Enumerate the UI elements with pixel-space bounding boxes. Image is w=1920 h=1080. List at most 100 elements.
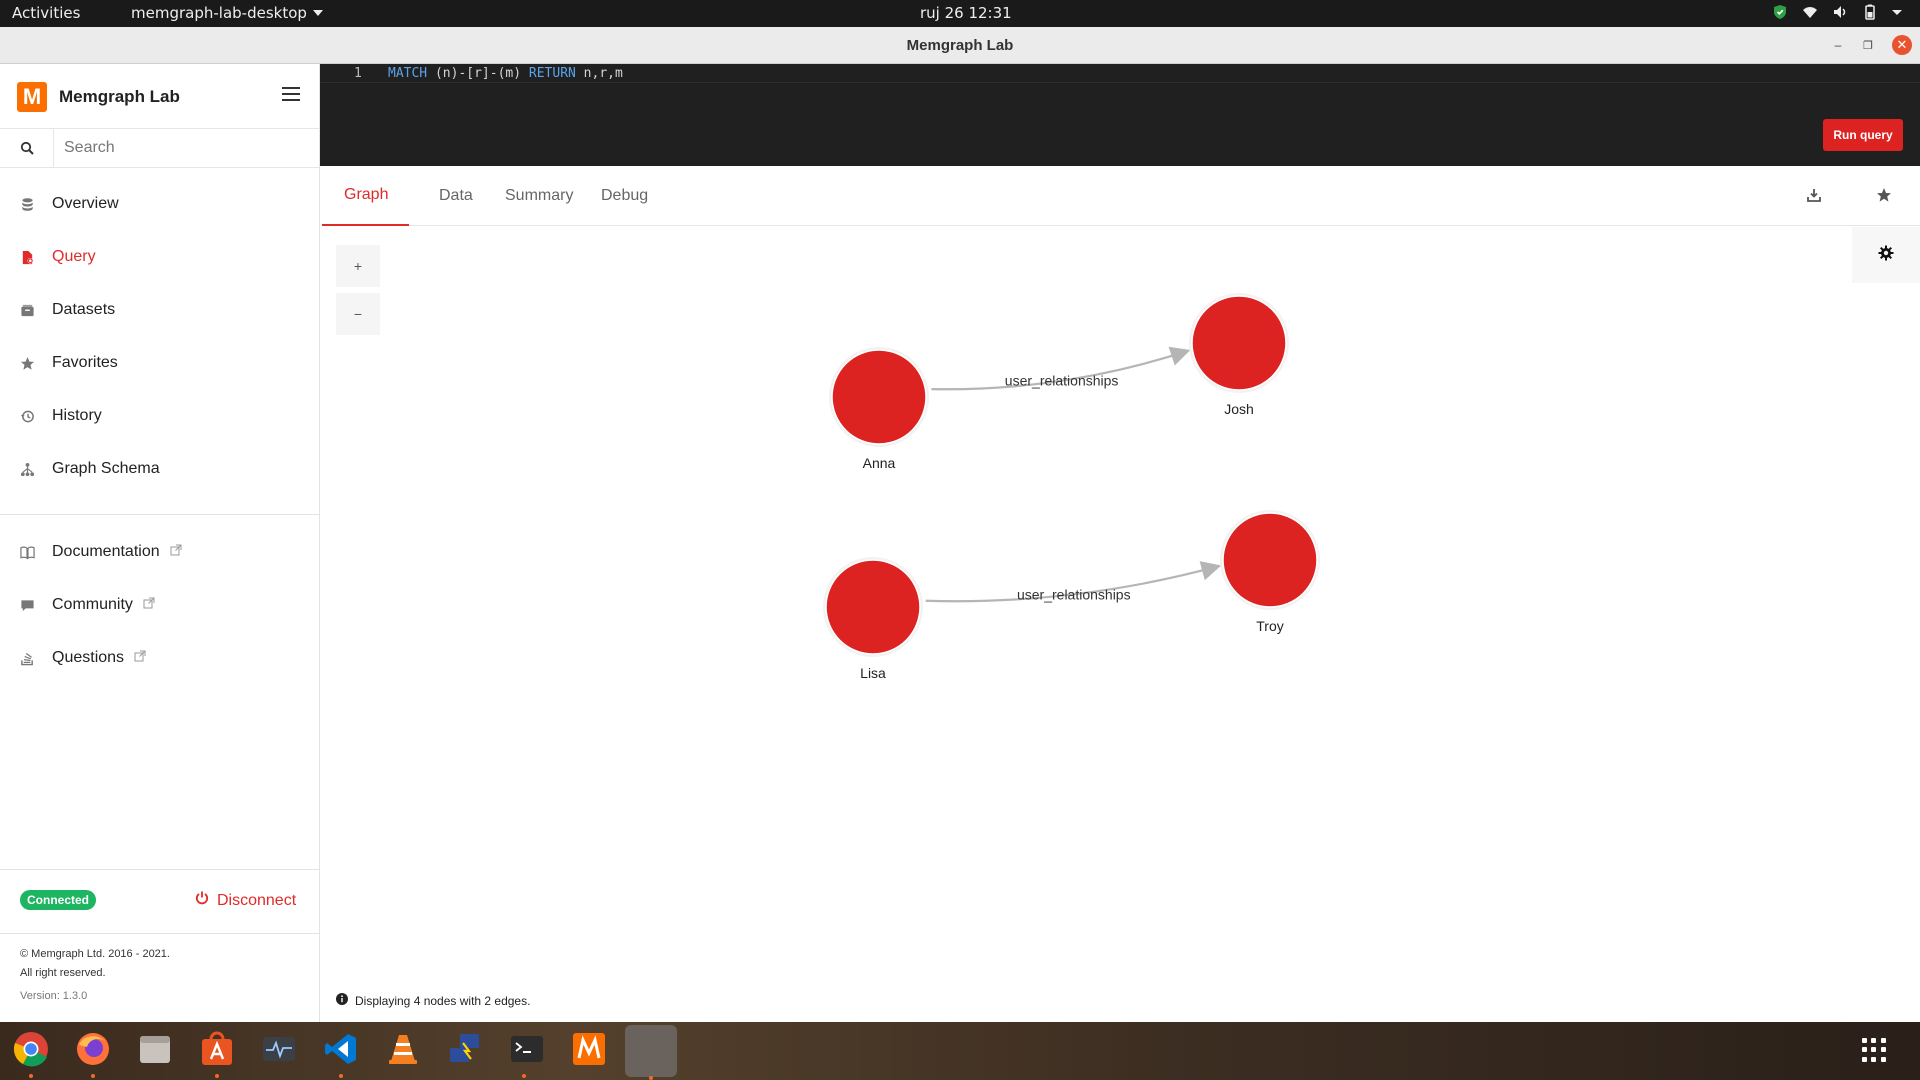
- volume-icon[interactable]: [1832, 4, 1848, 20]
- sidebar-item-graph-schema[interactable]: Graph Schema: [0, 451, 320, 487]
- memgraph-lab-icon: [571, 1031, 607, 1072]
- query-editor[interactable]: 1 MATCH (n)-[r]-(m) RETURN n,r,m Run que…: [320, 64, 1920, 166]
- query-pattern: (n)-[r]-(m): [427, 66, 529, 81]
- external-link-icon: [170, 543, 182, 561]
- dock-chrome[interactable]: [10, 1030, 52, 1078]
- sidebar-link-documentation[interactable]: Documentation: [0, 534, 320, 570]
- zoom-in-button[interactable]: +: [336, 245, 380, 287]
- minimize-button[interactable]: –: [1828, 35, 1848, 55]
- graph-node[interactable]: [1222, 512, 1318, 608]
- graph-info-line: Displaying 4 nodes with 2 edges.: [336, 993, 530, 1008]
- close-icon: ✕: [1896, 37, 1908, 52]
- sidebar-item-overview[interactable]: Overview: [0, 186, 320, 222]
- window-title-bar: Memgraph Lab – ❐ ✕: [0, 27, 1920, 64]
- hamburger-menu-icon[interactable]: [282, 87, 300, 101]
- sidebar-item-history[interactable]: History: [0, 398, 320, 434]
- dock-system-monitor[interactable]: [258, 1030, 300, 1072]
- app-menu[interactable]: memgraph-lab-desktop: [131, 4, 323, 22]
- version-text: Version: 1.3.0: [20, 990, 88, 1002]
- activities-button[interactable]: Activities: [12, 4, 80, 22]
- sidebar-item-label: Favorites: [52, 354, 118, 371]
- dock-firefox[interactable]: [72, 1030, 114, 1078]
- query-code[interactable]: MATCH (n)-[r]-(m) RETURN n,r,m: [388, 66, 623, 81]
- sidebar-item-label: Graph Schema: [52, 460, 160, 477]
- external-link-icon: [143, 596, 155, 614]
- tab-graph[interactable]: Graph: [322, 166, 409, 226]
- tab-debug[interactable]: Debug: [579, 166, 670, 226]
- favorite-star-icon[interactable]: [1875, 186, 1893, 204]
- app-menu-label: memgraph-lab-desktop: [131, 4, 307, 22]
- run-query-button[interactable]: Run query: [1823, 119, 1903, 151]
- sidebar-item-datasets[interactable]: Datasets: [0, 292, 320, 328]
- dock-memgraph-lab[interactable]: [568, 1030, 610, 1072]
- graph-schema-icon: [0, 462, 52, 477]
- zoom-out-button[interactable]: −: [336, 293, 380, 335]
- sidebar-divider: [0, 869, 320, 870]
- graph-node[interactable]: [831, 349, 927, 445]
- graph-edge-label[interactable]: user_relationships: [1005, 373, 1119, 389]
- graph-canvas[interactable]: user_relationships user_relationships Ann…: [322, 227, 1920, 1022]
- close-button[interactable]: ✕: [1892, 35, 1912, 55]
- graph-node[interactable]: [1191, 295, 1287, 391]
- software-store-icon: [199, 1031, 235, 1072]
- graph-node-label[interactable]: Lisa: [860, 665, 886, 681]
- sidebar-search: [0, 128, 320, 168]
- wifi-icon[interactable]: [1802, 4, 1818, 20]
- vscode-icon: [323, 1031, 359, 1072]
- system-tray[interactable]: [1772, 4, 1902, 20]
- dock-files[interactable]: [134, 1030, 176, 1072]
- copyright-text: © Memgraph Ltd. 2016 - 2021.: [20, 948, 170, 960]
- sidebar-link-community[interactable]: Community: [0, 587, 320, 623]
- dock-active-window[interactable]: [625, 1025, 677, 1080]
- clock[interactable]: ruj 26 12:31: [920, 4, 1012, 22]
- sidebar-item-label: History: [52, 407, 102, 424]
- graph-node-label[interactable]: Troy: [1256, 618, 1283, 634]
- power-icon: [195, 891, 209, 910]
- running-indicator: [339, 1074, 343, 1078]
- sidebar-link-label: Community: [52, 596, 133, 613]
- system-monitor-icon: [261, 1031, 297, 1072]
- dock-terminal[interactable]: [506, 1030, 548, 1078]
- caret-down-icon: [312, 10, 323, 16]
- line-number: 1: [354, 66, 362, 81]
- system-menu-caret-icon[interactable]: [1892, 4, 1902, 20]
- dock-vscode[interactable]: [320, 1030, 362, 1078]
- query-file-icon: [0, 250, 52, 265]
- sidebar: M Memgraph Lab Overview Query Datasets F…: [0, 64, 320, 1022]
- search-icon[interactable]: [0, 129, 54, 167]
- sidebar-divider: [0, 933, 320, 934]
- shield-icon[interactable]: [1772, 4, 1788, 20]
- dock-remote-desktop[interactable]: [444, 1030, 486, 1072]
- graph-settings-button[interactable]: [1852, 227, 1920, 283]
- running-indicator: [91, 1074, 95, 1078]
- sidebar-item-label: Overview: [52, 195, 119, 212]
- dock-software[interactable]: [196, 1030, 238, 1078]
- battery-icon[interactable]: [1862, 4, 1878, 20]
- graph-node[interactable]: [825, 559, 921, 655]
- sidebar-item-query[interactable]: Query: [0, 239, 320, 275]
- sidebar-item-favorites[interactable]: Favorites: [0, 345, 320, 381]
- star-icon: [0, 356, 52, 371]
- graph-node-label[interactable]: Anna: [863, 455, 896, 471]
- graph-node-label[interactable]: Josh: [1224, 401, 1254, 417]
- vlc-icon: [385, 1031, 421, 1072]
- disconnect-button[interactable]: Disconnect: [195, 891, 296, 910]
- gear-icon: [1878, 245, 1894, 266]
- connection-status-badge: Connected: [20, 890, 97, 910]
- brand[interactable]: M Memgraph Lab: [17, 82, 180, 112]
- query-return-vars: n,r,m: [575, 66, 623, 81]
- sidebar-divider: [0, 514, 320, 515]
- graph-edge-label[interactable]: user_relationships: [1017, 586, 1131, 602]
- search-input[interactable]: [55, 129, 318, 167]
- history-icon: [0, 409, 52, 424]
- keyword-return: RETURN: [528, 66, 576, 81]
- running-indicator: [649, 1076, 653, 1080]
- maximize-button[interactable]: ❐: [1858, 35, 1878, 55]
- show-applications-icon[interactable]: [1862, 1038, 1886, 1062]
- dock-vlc[interactable]: [382, 1030, 424, 1072]
- sidebar-link-label: Documentation: [52, 543, 160, 560]
- sidebar-link-questions[interactable]: Questions: [0, 640, 320, 676]
- download-icon[interactable]: [1805, 186, 1823, 204]
- graph-svg[interactable]: user_relationships user_relationships Ann…: [322, 227, 1920, 987]
- firefox-icon: [75, 1031, 111, 1072]
